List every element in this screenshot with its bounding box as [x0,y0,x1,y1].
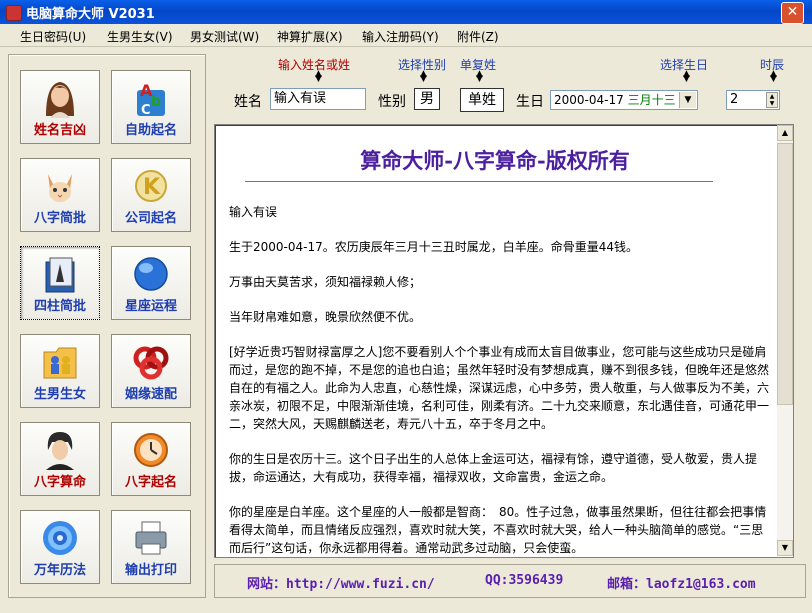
tile-four-pillars[interactable]: 四柱简批 [20,246,100,320]
tile-label: 姓名吉凶 [33,123,86,138]
tile-label: 输出打印 [124,563,177,578]
result-text-area[interactable]: 算命大师-八字算命-版权所有 输入有误 生于2000-04-17。农历庚辰年三月… [214,124,794,558]
scroll-thumb[interactable] [777,143,793,405]
chevron-down-icon[interactable]: ▼ [679,92,696,108]
result-paragraph: 你的星座是白羊座。这个星座的人一般都是智商： 80。性子过急，做事虽然果断，但往… [229,505,767,555]
menu-attachments[interactable]: 附件(Z) [457,28,499,45]
qq-number: QQ:3596439 [485,573,564,588]
heading-divider [245,181,713,182]
name-label: 姓名 [234,94,262,110]
input-form: 输入姓名或姓 选择性别 单复姓 选择生日 时辰 ▲ ▼ ▲ ▼ ▲ ▼ ▲ ▼ ▲ ▼ 姓… [214,54,804,116]
website-link[interactable]: 网站：http://www.fuzi.cn/ [247,573,435,592]
tile-marriage-match[interactable]: 姻缘速配 [111,334,191,408]
tile-zodiac-fortune[interactable]: 星座运程 [111,246,191,320]
menu-birthday-code[interactable]: 生日密码(U) [20,28,86,45]
birthday-label: 生日 [516,94,544,110]
tile-name-fortune[interactable]: 姓名吉凶 [20,70,100,144]
menu-couple-test[interactable]: 男女测试(W) [190,28,259,45]
tile-label: 八字简批 [33,211,86,226]
result-paragraph: [好学近贵巧智财禄富厚之人]您不要看别人个个事业有成而太盲目做事业，您可能与这些… [229,345,770,431]
folder-people-icon [43,347,77,379]
man-portrait-icon [46,432,74,470]
tile-label: 八字起名 [124,475,177,490]
tile-company-naming[interactable]: K 公司起名 [111,158,191,232]
result-paragraph: 你的生日是农历十三。这个日子出生的人总体上金运可达，福禄有馀，遵守道德，受人敬爱… [229,452,758,484]
window-title: 电脑算命大师 V2031 [26,7,155,22]
tile-label: 万年历法 [33,563,86,578]
tile-bazi-fortune[interactable]: 八字算命 [20,422,100,496]
tile-label: 姻缘速配 [124,387,177,402]
woman-portrait-icon [46,82,74,118]
gold-k-icon: K [135,170,167,202]
result-paragraph: 生于2000-04-17。农历庚辰年三月十三丑时属龙，白羊座。命骨重量44钱。 [229,240,639,254]
menu-bar: 生日密码(U) 生男生女(V) 男女测试(W) 神算扩展(X) 输入注册码(Y)… [0,24,812,47]
up-down-arrow-icon: ▲ ▼ [770,69,777,84]
tile-self-naming[interactable]: A b C 自助起名 [111,70,191,144]
tile-bazi-naming[interactable]: 八字起名 [111,422,191,496]
menu-extensions[interactable]: 神算扩展(X) [277,28,343,45]
up-down-arrow-icon: ▲ ▼ [315,69,322,84]
tile-label: 星座运程 [124,299,177,314]
tile-boy-girl[interactable]: 生男生女 [20,334,100,408]
up-down-arrow-icon: ▲ ▼ [683,69,690,84]
tile-label: 八字算命 [33,475,86,490]
tile-bazi-brief[interactable]: 八字简批 [20,158,100,232]
tile-label: 四柱简批 [33,299,86,314]
abc-letters-icon: A b C [137,81,165,118]
title-bar: 电脑算命大师 V2031 ✕ [0,0,812,24]
hint-name: 输入姓名或姓 [278,58,351,72]
result-paragraph: 输入有误 [229,205,278,219]
tile-label: 生男生女 [33,387,86,402]
svg-text:b: b [151,94,161,110]
clock-icon [134,433,168,467]
up-down-arrow-icon: ▲ ▼ [420,69,427,84]
menu-register-code[interactable]: 输入注册码(Y) [362,28,439,45]
book-figure-icon [45,257,75,293]
status-bar [0,600,812,613]
email-link[interactable]: 邮箱：laofz1@163.com [607,573,756,592]
single-surname-button[interactable]: 单姓 [460,88,504,112]
blue-target-icon [43,521,77,555]
tile-label: 自助起名 [124,123,177,138]
gender-select[interactable]: 男 [414,88,440,110]
svg-text:C: C [141,103,151,118]
blue-globe-icon [134,257,168,291]
result-paragraph: 当年财帛难如意，晚景欣然便不优。 [229,310,422,324]
tile-label: 公司起名 [124,211,177,226]
up-down-arrow-icon: ▲ ▼ [476,69,483,84]
result-heading: 算命大师-八字算命-版权所有 [360,148,630,173]
close-button[interactable]: ✕ [781,2,804,24]
result-paragraph: 万事由天莫苦求，须知福禄赖人修； [229,275,422,289]
svg-text:K: K [143,175,161,200]
hour-value: 2 [730,92,739,107]
red-knot-icon [133,346,169,380]
vertical-scrollbar[interactable]: ▲ ▼ [777,125,793,556]
printer-icon [135,521,167,555]
lunar-date: 三月十三 [627,93,676,107]
result-body: 输入有误 生于2000-04-17。农历庚辰年三月十三丑时属龙，白羊座。命骨重量… [229,203,770,557]
scroll-up-icon[interactable]: ▲ [777,125,793,141]
gender-label: 性别 [378,94,406,110]
spinner-arrows-icon[interactable]: ▲ ▼ [766,92,778,108]
app-icon [6,5,22,21]
menu-boy-girl[interactable]: 生男生女(V) [107,28,173,45]
birthday-picker[interactable]: 2000-04-17 三月十三 ▼ [550,90,698,110]
scroll-down-icon[interactable]: ▼ [777,540,793,556]
hour-spinner[interactable]: 2 ▲ ▼ [726,90,780,110]
contact-footer: 网站：http://www.fuzi.cn/ QQ:3596439 邮箱：lao… [214,564,806,598]
name-input[interactable]: 输入有误 [270,88,366,110]
function-panel: 姓名吉凶 A b C 自助起名 八字简批 K 公司起名 四柱简批 星座运程 生男… [8,54,206,598]
birthday-value: 2000-04-17 [554,93,624,107]
tile-calendar[interactable]: 万年历法 [20,510,100,584]
cat-icon [48,174,72,202]
tile-print-output[interactable]: 输出打印 [111,510,191,584]
